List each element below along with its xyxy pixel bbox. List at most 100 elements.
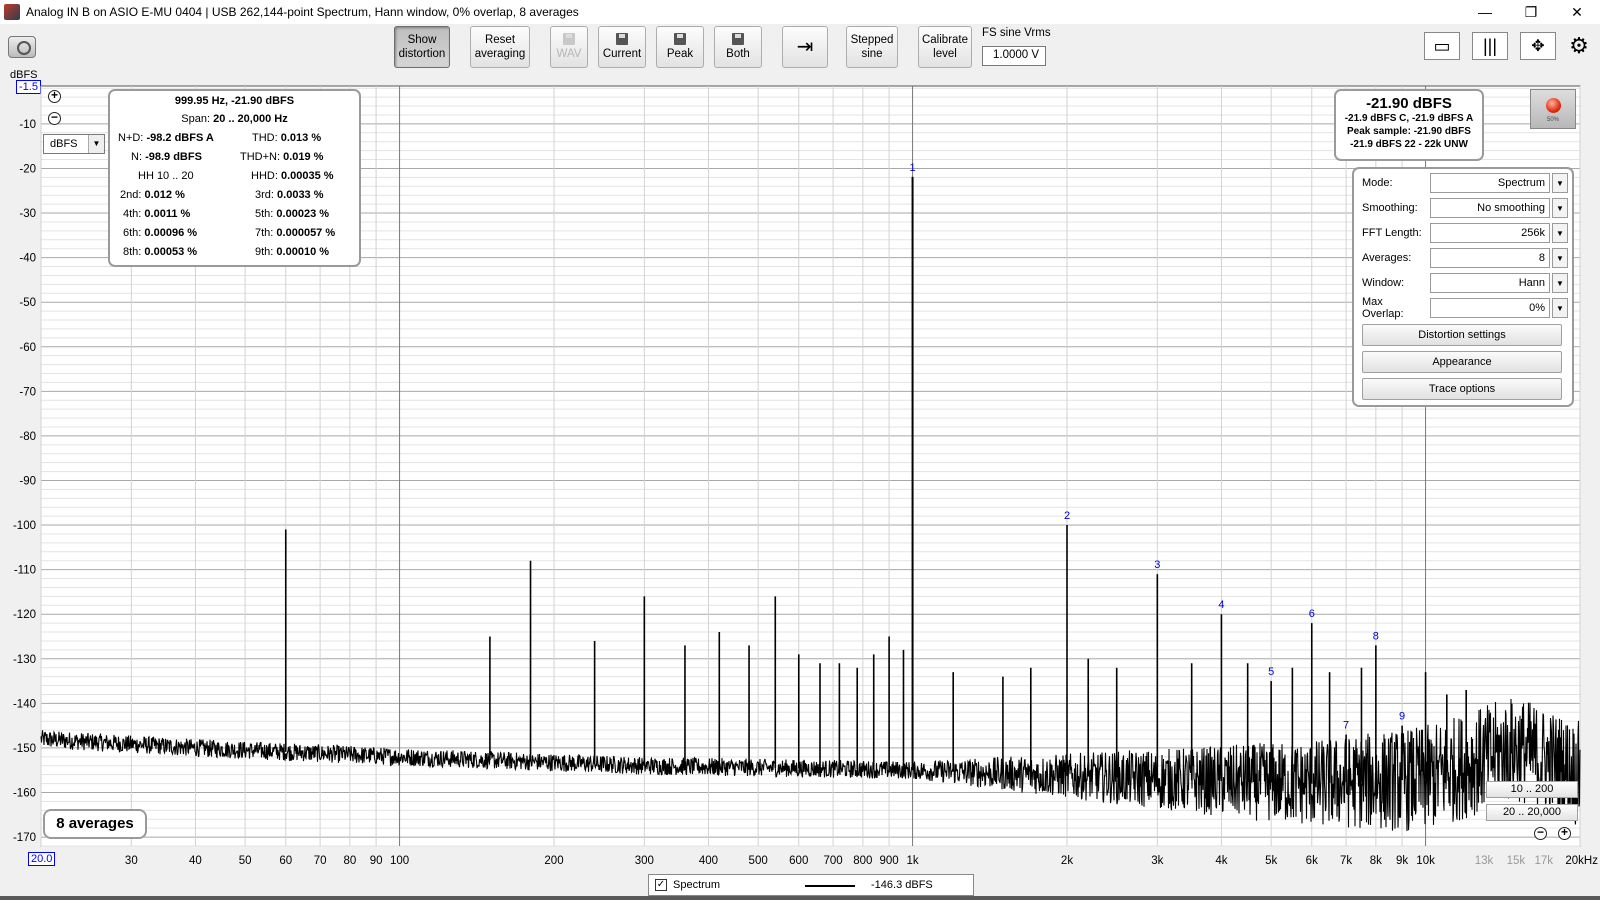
x-tick-label: 17k — [1535, 855, 1554, 867]
legend-line-swatch — [805, 885, 855, 887]
chevron-down-icon[interactable]: ▼ — [1552, 273, 1568, 293]
y-tick-label: -160 — [13, 788, 36, 800]
distortion-header: 999.95 Hz, -21.90 dBFS — [174, 95, 295, 107]
zoom-in-icon[interactable]: + — [48, 89, 61, 103]
chevron-down-icon[interactable]: ▼ — [1552, 198, 1568, 218]
range-10-200-button[interactable]: 10 .. 200 — [1486, 781, 1578, 798]
distortion-panel: 999.95 Hz, -21.90 dBFS Span: 20 .. 20,00… — [108, 89, 361, 267]
x-tick-label: 10k — [1416, 855, 1435, 867]
harmonic-marker-label: 2 — [1064, 510, 1070, 522]
legend-value: -146.3 dBFS — [871, 879, 933, 891]
y-tick-label: -130 — [13, 654, 36, 666]
y-tick-label: -40 — [19, 253, 36, 265]
harmonic-marker-label: 3 — [1154, 559, 1160, 571]
n-value: -98.9 dBFS — [145, 151, 202, 163]
range-20-20000-button[interactable]: 20 .. 20,000 — [1486, 804, 1578, 821]
x-tick-label: 13k — [1475, 855, 1494, 867]
appearance-button[interactable]: Appearance — [1362, 351, 1562, 373]
x-tick-label: 90 — [370, 855, 383, 867]
smoothing-row: Smoothing: No smoothing ▼ — [1362, 198, 1568, 218]
smoothing-label: Smoothing: — [1362, 202, 1418, 214]
fft-length-row: FFT Length: 256k ▼ — [1362, 223, 1568, 243]
thd-label: THD: — [252, 132, 278, 144]
h5-value: 0.00023 % — [276, 208, 330, 220]
y-tick-label: -170 — [13, 832, 36, 844]
rew-spectrum-window: Analog IN B on ASIO E-MU 0404 | USB 262,… — [0, 0, 1600, 900]
x-tick-label: 60 — [279, 855, 292, 867]
x-tick-label: 4k — [1215, 855, 1227, 867]
x-tick-label: 5k — [1265, 855, 1277, 867]
max-overlap-row: Max Overlap: 0% ▼ — [1362, 296, 1568, 320]
x-tick-label: 900 — [880, 855, 899, 867]
mode-label: Mode: — [1362, 177, 1393, 189]
level-peak-sample: Peak sample: -21.90 dBFS — [1347, 126, 1471, 137]
zoom-out-x-icon[interactable]: − — [1534, 826, 1547, 840]
y-tick-label: -110 — [14, 565, 36, 577]
legend-name: Spectrum — [673, 879, 721, 891]
record-button[interactable]: 50% — [1530, 89, 1576, 129]
span-value: 20 .. 20,000 Hz — [213, 113, 288, 125]
x-tick-label: 600 — [789, 855, 808, 867]
h7-label: 7th: — [255, 227, 274, 239]
distortion-settings-button[interactable]: Distortion settings — [1362, 324, 1562, 346]
nd-value: -98.2 dBFS A — [146, 132, 214, 144]
y-tick-label: -140 — [13, 698, 36, 710]
unit-select[interactable]: dBFS ▼ — [43, 134, 105, 154]
h4-label: 4th: — [123, 208, 142, 220]
zoom-in-x-icon[interactable]: + — [1558, 826, 1571, 840]
y-tick-label: -120 — [13, 609, 36, 621]
h7-value: 0.000057 % — [276, 227, 336, 239]
x-tick-label: 200 — [544, 855, 563, 867]
record-percent: 50% — [1546, 117, 1559, 123]
y-tick-label: -30 — [19, 208, 36, 220]
y-tick-label: -20 — [19, 163, 36, 175]
h8-value: 0.00053 % — [144, 246, 198, 258]
x-tick-label: 8k — [1370, 855, 1382, 867]
chevron-down-icon: ▼ — [88, 135, 104, 153]
chevron-down-icon[interactable]: ▼ — [1552, 248, 1568, 268]
y-tick-label: -150 — [13, 743, 36, 755]
y-tick-label: -60 — [19, 342, 36, 354]
mode-row: Mode: Spectrum ▼ — [1362, 173, 1568, 193]
bottom-border — [0, 896, 1600, 900]
x-tick-label: 9k — [1396, 855, 1408, 867]
thdn-value: 0.019 % — [283, 151, 324, 163]
x-tick-label: 2k — [1061, 855, 1073, 867]
averages-select[interactable]: 8 — [1430, 248, 1550, 268]
x-tick-label: 80 — [343, 855, 356, 867]
x-tick-label: 6k — [1306, 855, 1318, 867]
x-tick-label: 1k — [906, 855, 918, 867]
mode-select[interactable]: Spectrum — [1430, 173, 1550, 193]
x-tick-label: 500 — [749, 855, 768, 867]
y-tick-label: -10 — [19, 119, 36, 131]
window-select[interactable]: Hann — [1430, 273, 1550, 293]
thd-value: 0.013 % — [280, 132, 322, 144]
x-tick-label: 50 — [239, 855, 252, 867]
chevron-down-icon[interactable]: ▼ — [1552, 298, 1568, 318]
h4-value: 0.0011 % — [144, 208, 191, 220]
averages-label: Averages: — [1362, 252, 1412, 264]
span-label: Span: — [181, 113, 211, 125]
thdn-label: THD+N: — [240, 151, 281, 163]
fft-length-select[interactable]: 256k — [1430, 223, 1550, 243]
hhd-label: HHD: — [251, 170, 278, 182]
zoom-out-icon[interactable]: − — [48, 111, 61, 125]
x-tick-label: 400 — [699, 855, 718, 867]
trace-options-button[interactable]: Trace options — [1362, 378, 1562, 400]
chevron-down-icon[interactable]: ▼ — [1552, 223, 1568, 243]
smoothing-select[interactable]: No smoothing — [1430, 198, 1550, 218]
harmonic-marker-label: 4 — [1218, 599, 1224, 611]
x-tick-label: 40 — [189, 855, 202, 867]
harmonic-marker-label: 9 — [1399, 711, 1405, 723]
harmonic-marker-label: 7 — [1343, 720, 1349, 732]
y-tick-label: -100 — [13, 520, 36, 532]
hhd-value: 0.00035 % — [280, 170, 334, 182]
x-tick-label: 70 — [314, 855, 327, 867]
hh-label: HH 10 .. 20 — [138, 170, 194, 182]
legend-checkbox[interactable]: ✓ — [655, 879, 667, 891]
max-overlap-select[interactable]: 0% — [1430, 298, 1550, 318]
unit-select-value: dBFS — [50, 138, 78, 150]
x-tick-label: 3k — [1151, 855, 1163, 867]
harmonic-marker-label: 1 — [909, 162, 915, 174]
chevron-down-icon[interactable]: ▼ — [1552, 173, 1568, 193]
